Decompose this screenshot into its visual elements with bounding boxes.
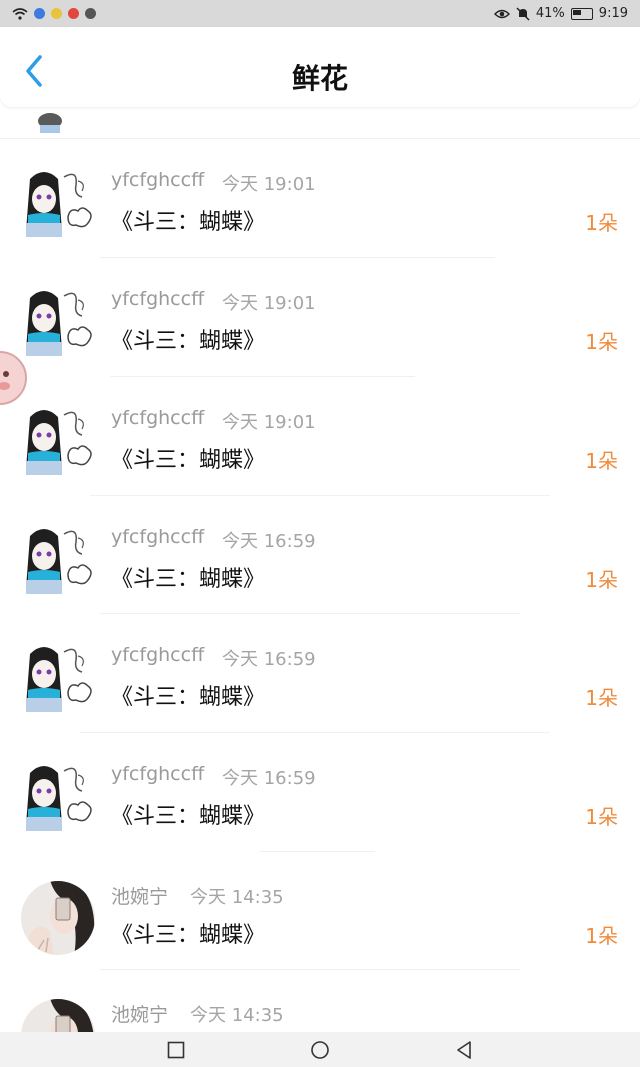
send-time: 今天 19:01 <box>222 174 316 195</box>
triangle-back-icon <box>457 1040 471 1059</box>
send-time: 今天 19:01 <box>222 412 316 433</box>
list-item-partial[interactable] <box>0 107 640 137</box>
square-icon <box>167 1041 185 1058</box>
sender-name: 池婉宁 <box>111 1004 169 1026</box>
battery-icon <box>570 7 593 20</box>
avatar-anime <box>26 172 92 237</box>
gift-name: 《斗三：蝴蝶》 <box>111 923 266 948</box>
gift-count: 1朵 <box>585 805 618 829</box>
home-button[interactable] <box>308 1038 332 1062</box>
gift-count: 1朵 <box>585 924 618 948</box>
sender-name: yfcfghccff <box>111 407 205 429</box>
list-item[interactable]: yfcfghccff 今天 19:01 《斗三：蝴蝶》 1朵 <box>0 139 640 257</box>
avatar-anime <box>26 766 92 831</box>
gift-count: 1朵 <box>585 449 618 473</box>
gift-record-list[interactable]: yfcfghccff 今天 19:01 《斗三：蝴蝶》 1朵 yfcfghccf… <box>0 107 640 1032</box>
floating-assistant-icon[interactable] <box>0 350 28 406</box>
clock: 9:19 <box>598 6 628 21</box>
gift-count: 1朵 <box>585 211 618 235</box>
browser-icon <box>34 8 45 19</box>
mute-icon <box>516 6 530 21</box>
avatar-photo <box>21 999 95 1032</box>
send-time: 今天 16:59 <box>222 649 316 670</box>
gift-count: 1朵 <box>585 568 618 592</box>
list-item[interactable]: yfcfghccff 今天 19:01 《斗三：蝴蝶》 1朵 <box>0 258 640 376</box>
gift-name: 《斗三：蝴蝶》 <box>111 685 266 710</box>
sender-name: yfcfghccff <box>111 288 205 310</box>
avatar-anime <box>26 529 92 594</box>
gift-name: 《斗三：蝴蝶》 <box>111 804 266 829</box>
sender-name: yfcfghccff <box>111 526 205 548</box>
gift-count: 1朵 <box>585 330 618 354</box>
battery-percent: 41% <box>535 6 565 21</box>
circle-icon <box>311 1040 329 1059</box>
sender-name: yfcfghccff <box>111 763 205 785</box>
list-item[interactable]: 池婉宁 今天 14:35 <box>0 970 640 1032</box>
sender-name: yfcfghccff <box>111 169 205 191</box>
gift-name: 《斗三：蝴蝶》 <box>111 448 266 473</box>
send-time: 今天 16:59 <box>222 531 316 552</box>
send-time: 今天 19:01 <box>222 293 316 314</box>
status-bar: 41% 9:19 <box>0 0 640 27</box>
send-time: 今天 14:35 <box>190 887 284 908</box>
baidu-icon <box>51 8 62 19</box>
sender-name: 池婉宁 <box>111 886 169 908</box>
weibo-icon <box>68 8 79 19</box>
send-time: 今天 14:35 <box>190 1005 284 1026</box>
wechat-icon <box>85 8 96 19</box>
status-left <box>12 7 96 20</box>
wifi-icon <box>12 7 28 20</box>
avatar-anime <box>26 291 92 356</box>
gift-name: 《斗三：蝴蝶》 <box>111 210 266 235</box>
system-nav-bar <box>0 1032 640 1067</box>
eye-icon <box>493 9 510 18</box>
avatar-photo <box>21 881 95 955</box>
page-title: 鲜花 <box>291 62 348 95</box>
list-item[interactable]: yfcfghccff 今天 16:59 《斗三：蝴蝶》 1朵 <box>0 614 640 732</box>
list-item[interactable]: 池婉宁 今天 14:35 《斗三：蝴蝶》 1朵 <box>0 852 640 970</box>
list-item[interactable]: yfcfghccff 今天 16:59 《斗三：蝴蝶》 1朵 <box>0 733 640 851</box>
avatar <box>38 113 62 133</box>
status-right: 41% 9:19 <box>493 6 628 21</box>
gift-name: 《斗三：蝴蝶》 <box>111 567 266 592</box>
gift-count: 1朵 <box>585 686 618 710</box>
app-header: 鲜花 <box>0 27 640 107</box>
send-time: 今天 16:59 <box>222 768 316 789</box>
sender-name: yfcfghccff <box>111 644 205 666</box>
recents-button[interactable] <box>164 1038 188 1062</box>
back-nav-button[interactable] <box>452 1038 476 1062</box>
list-item[interactable]: yfcfghccff 今天 16:59 《斗三：蝴蝶》 1朵 <box>0 496 640 614</box>
list-item[interactable]: yfcfghccff 今天 19:01 《斗三：蝴蝶》 1朵 <box>0 377 640 495</box>
avatar-anime <box>26 410 92 475</box>
avatar-anime <box>26 647 92 712</box>
gift-name: 《斗三：蝴蝶》 <box>111 329 266 354</box>
